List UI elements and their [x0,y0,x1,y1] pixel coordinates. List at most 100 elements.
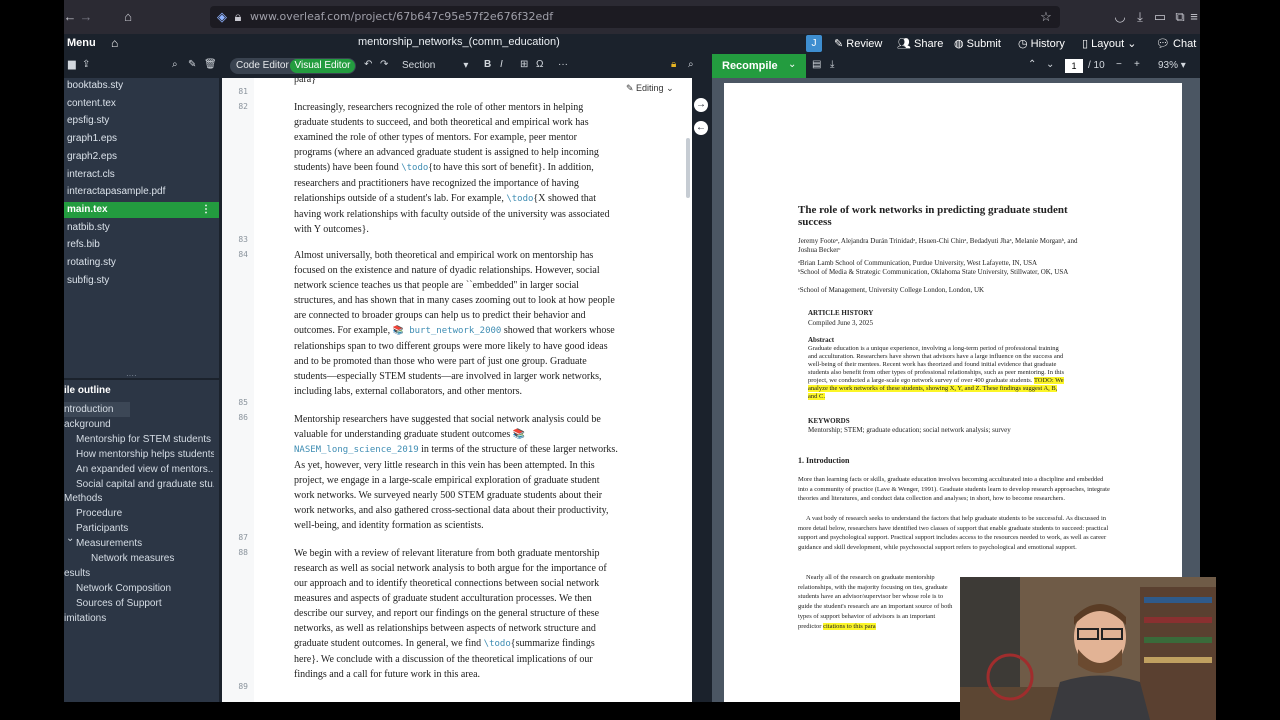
outline-item[interactable]: Social capital and graduate stu... [76,477,214,492]
file-item[interactable]: booktabs.sty [64,78,219,94]
outline-item[interactable]: Mentorship for STEM students [76,432,214,447]
file-item[interactable]: main.tex ⋮ [64,201,219,218]
zoom-in-icon[interactable]: + [1134,59,1140,71]
visual-editor-tab[interactable]: Visual Editor [290,59,355,73]
affiliation: ᵇSchool of Media & Strategic Communicati… [798,268,1069,276]
sidebar-toggle-icon[interactable]: ▭ [1152,9,1168,25]
paragraph-82[interactable]: Increasingly, researchers recognized the… [294,100,654,237]
share-button[interactable]: 👥︎ Share [897,37,943,50]
trash-icon[interactable]: 🗑︎ [204,59,217,71]
line-number: 88 [238,548,248,557]
home-icon[interactable]: ⌂ [120,9,136,25]
file-item[interactable]: natbib.sty [64,220,219,236]
next-page-icon[interactable]: ⌄ [1046,59,1054,71]
file-item[interactable]: rotating.sty [64,255,219,271]
paragraph-84[interactable]: Almost universally, both theoretical and… [294,248,654,399]
file-item[interactable]: refs.bib [64,237,219,253]
search-icon[interactable]: ⌕ [172,59,178,71]
undo-icon[interactable]: ↶ [364,59,372,71]
pane-divider[interactable]: → ← [692,78,712,702]
logs-icon[interactable]: ▤ [812,59,821,71]
page-number-input[interactable]: 1 [1065,59,1083,73]
outline-item[interactable]: esults [64,566,214,581]
panel-divider[interactable] [64,378,219,380]
redo-icon[interactable]: ↷ [380,59,388,71]
todo-command[interactable]: \todo [484,639,511,649]
outline-item[interactable]: Network Composition [76,581,214,596]
outline-item[interactable]: ntroduction [64,402,130,417]
search-icon[interactable]: ⌕ [688,59,694,71]
editor-scrollbar[interactable] [686,138,690,198]
file-item[interactable]: interactapasample.pdf [64,184,219,200]
forward-arrow-icon[interactable]: → [78,9,94,25]
outline-item[interactable]: ackground [64,417,214,432]
history-button[interactable]: ◷ History [1018,37,1065,50]
chevron-down-icon[interactable]: ⌄ [66,531,74,546]
file-item[interactable]: subfig.sty [64,273,219,289]
file-item[interactable]: graph1.eps [64,131,219,147]
file-item[interactable]: graph2.eps [64,149,219,165]
back-arrow-icon[interactable]: ← [64,9,78,25]
home-icon[interactable]: ⌂ [111,36,118,50]
outline-item[interactable]: imitations [64,611,214,626]
citation-chip[interactable]: NASEM_long_science_2019 [294,445,419,455]
upload-icon[interactable]: ⇪ [82,59,90,71]
abstract-text: Graduate education is a unique experienc… [808,345,1064,400]
paragraph-88[interactable]: We begin with a review of relevant liter… [294,546,654,682]
user-avatar[interactable]: J [806,35,822,52]
submit-button[interactable]: ◍ Submit [954,37,1001,50]
review-button[interactable]: ✎ Review [834,37,882,50]
outline-item[interactable]: Sources of Support [76,596,214,611]
folder-icon[interactable]: ▆ [68,59,76,71]
section-select[interactable]: Section ▾ [402,60,468,72]
code-editor-tab[interactable]: Code Editor [236,60,289,71]
hamburger-menu-icon[interactable]: ≡ [1186,9,1200,25]
file-name: interactapasample.pdf [67,186,166,198]
symbol-button[interactable]: Ω [536,59,543,71]
italic-button[interactable]: I [500,59,503,71]
url-bar[interactable]: ◈ 🔒︎ www.overleaf.com/project/67b647c95e… [210,6,1060,28]
menu-button[interactable]: Menu [67,37,96,49]
zoom-out-icon[interactable]: − [1116,59,1122,71]
visual-editor[interactable]: para} ✎ Editing ⌄ 81 82 83 84 85 86 87 8… [222,78,692,702]
zoom-select[interactable]: 93% ▾ [1158,60,1186,72]
file-item[interactable]: interact.cls [64,167,219,183]
outline-item[interactable]: Procedure [76,506,214,521]
todo-command[interactable]: \todo [506,194,533,204]
paragraph-86[interactable]: Mentorship researchers have suggested th… [294,412,654,533]
downloads-icon[interactable]: ⤓ [1132,9,1148,25]
text-line: Almost universally, both theoretical and… [294,250,594,261]
table-icon[interactable]: ⊞ [520,59,528,71]
lock-icon[interactable]: 🔒︎ [671,59,676,71]
citation-chip[interactable]: 📚 burt_network_2000 [393,326,502,336]
outline-item[interactable]: Methods [64,491,214,506]
pocket-icon[interactable]: ◡ [1112,9,1128,25]
todo-command[interactable]: \todo [401,163,428,173]
outline-item[interactable]: Measurements [76,536,214,551]
download-pdf-icon[interactable]: ⤓ [830,59,834,71]
line-number: 82 [238,102,248,111]
outline-item[interactable]: An expanded view of mentors... [76,462,214,477]
outline-item[interactable]: Network measures [91,551,214,566]
bold-button[interactable]: B [484,59,491,71]
more-button[interactable]: ··· [558,59,568,71]
editing-mode-dropdown[interactable]: ✎ Editing ⌄ [626,83,682,97]
chat-button[interactable]: 💬︎ Chat [1156,37,1196,50]
sync-to-pdf-icon[interactable]: → [694,98,708,112]
outline-item[interactable]: Participants [76,521,214,536]
edit-icon[interactable]: ✎ [188,59,196,71]
chevron-down-icon[interactable]: ⌄ [788,59,796,70]
prev-page-icon[interactable]: ⌃ [1028,59,1036,71]
sync-to-code-icon[interactable]: ← [694,121,708,135]
file-item[interactable]: content.tex [64,96,219,112]
outline-item[interactable]: How mentorship helps students [76,447,214,462]
file-outline-title[interactable]: ile outline [64,385,111,396]
project-title[interactable]: mentorship_networks_(comm_education) [358,36,560,48]
drag-handle-icon[interactable]: ···· [126,371,137,380]
layout-button[interactable]: ▯ Layout ⌄ [1082,37,1136,50]
file-item[interactable]: epsfig.sty [64,113,219,129]
file-menu-icon[interactable]: ⋮ [201,202,211,218]
recompile-button[interactable]: Recompile ⌄ [712,54,806,78]
bookmark-star-icon[interactable]: ☆ [1038,9,1054,25]
webcam-overlay [960,577,1216,720]
